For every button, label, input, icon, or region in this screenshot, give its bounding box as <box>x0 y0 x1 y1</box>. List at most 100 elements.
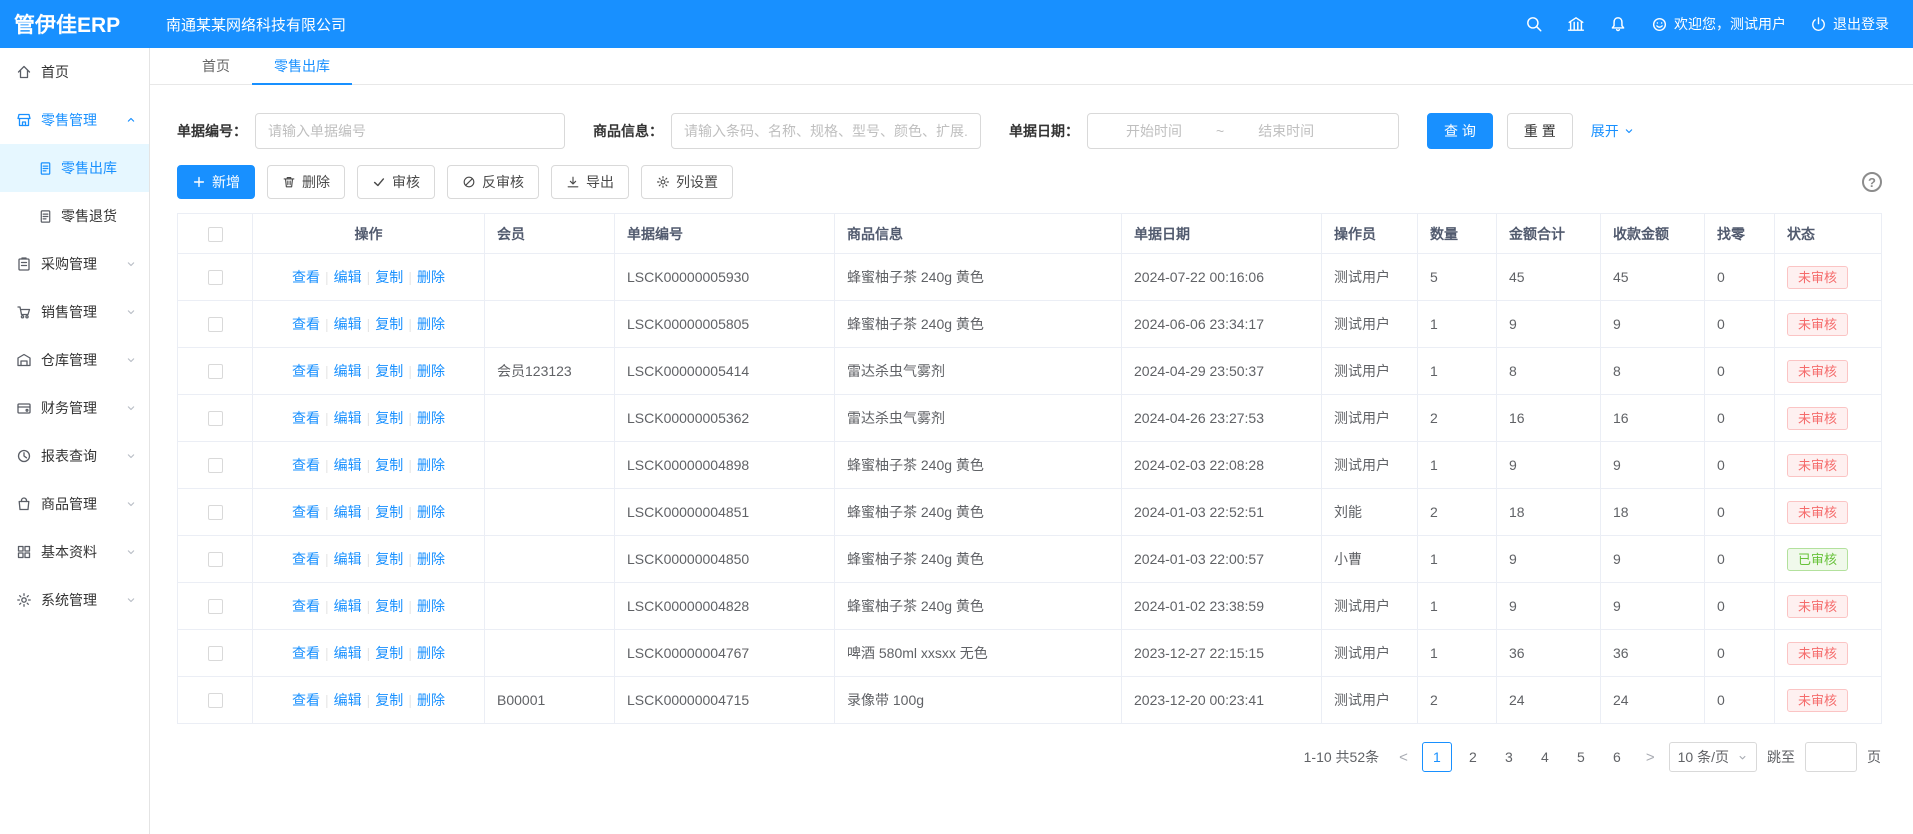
unaudit-button[interactable]: 反审核 <box>447 165 539 199</box>
change-cell: 0 <box>1705 536 1775 583</box>
delete-link[interactable]: 删除 <box>417 551 445 567</box>
copy-link[interactable]: 复制 <box>375 598 403 614</box>
edit-link[interactable]: 编辑 <box>334 363 362 379</box>
row-checkbox[interactable] <box>208 270 223 285</box>
date-range-picker[interactable]: ~ <box>1087 113 1399 149</box>
delete-button[interactable]: 删除 <box>267 165 345 199</box>
copy-link[interactable]: 复制 <box>375 363 403 379</box>
delete-link[interactable]: 删除 <box>417 598 445 614</box>
date-end-input[interactable] <box>1230 123 1342 139</box>
row-checkbox[interactable] <box>208 411 223 426</box>
page-button[interactable]: 2 <box>1458 742 1488 772</box>
copy-link[interactable]: 复制 <box>375 692 403 708</box>
bill-no-input[interactable] <box>255 113 565 149</box>
product-info-input[interactable] <box>671 113 981 149</box>
copy-link[interactable]: 复制 <box>375 316 403 332</box>
delete-link[interactable]: 删除 <box>417 316 445 332</box>
row-checkbox[interactable] <box>208 646 223 661</box>
page-button[interactable]: 6 <box>1602 742 1632 772</box>
row-checkbox[interactable] <box>208 505 223 520</box>
copy-link[interactable]: 复制 <box>375 457 403 473</box>
sidebar-item-report-query[interactable]: 报表查询 <box>0 432 149 480</box>
bell-icon[interactable] <box>1609 15 1627 33</box>
view-link[interactable]: 查看 <box>292 316 320 332</box>
view-link[interactable]: 查看 <box>292 269 320 285</box>
view-link[interactable]: 查看 <box>292 504 320 520</box>
delete-link[interactable]: 删除 <box>417 269 445 285</box>
edit-link[interactable]: 编辑 <box>334 645 362 661</box>
reset-button[interactable]: 重 置 <box>1507 113 1573 149</box>
select-all-checkbox[interactable] <box>208 227 223 242</box>
edit-link[interactable]: 编辑 <box>334 269 362 285</box>
document-icon <box>38 209 53 224</box>
copy-link[interactable]: 复制 <box>375 410 403 426</box>
page-button[interactable]: 1 <box>1422 742 1452 772</box>
delete-link[interactable]: 删除 <box>417 410 445 426</box>
copy-link[interactable]: 复制 <box>375 269 403 285</box>
delete-link[interactable]: 删除 <box>417 504 445 520</box>
edit-link[interactable]: 编辑 <box>334 504 362 520</box>
edit-link[interactable]: 编辑 <box>334 457 362 473</box>
edit-link[interactable]: 编辑 <box>334 598 362 614</box>
user-menu[interactable]: 欢迎您，测试用户 <box>1651 14 1786 34</box>
audit-button[interactable]: 审核 <box>357 165 435 199</box>
sidebar-item-retail-mgmt[interactable]: 零售管理 <box>0 96 149 144</box>
delete-link[interactable]: 删除 <box>417 645 445 661</box>
search-button[interactable]: 查 询 <box>1427 113 1493 149</box>
delete-link[interactable]: 删除 <box>417 692 445 708</box>
page-size-select[interactable]: 10 条/页 <box>1669 742 1757 772</box>
view-link[interactable]: 查看 <box>292 363 320 379</box>
row-checkbox[interactable] <box>208 364 223 379</box>
tab-retail-outbound[interactable]: 零售出库 <box>252 48 352 84</box>
row-checkbox[interactable] <box>208 317 223 332</box>
help-icon[interactable]: ? <box>1862 172 1882 192</box>
copy-link[interactable]: 复制 <box>375 551 403 567</box>
row-checkbox[interactable] <box>208 552 223 567</box>
expand-link[interactable]: 展开 <box>1591 121 1635 141</box>
row-checkbox[interactable] <box>208 599 223 614</box>
page-button[interactable]: 5 <box>1566 742 1596 772</box>
edit-link[interactable]: 编辑 <box>334 316 362 332</box>
change-cell: 0 <box>1705 583 1775 630</box>
row-checkbox[interactable] <box>208 458 223 473</box>
edit-link[interactable]: 编辑 <box>334 410 362 426</box>
sidebar-item-purchase-mgmt[interactable]: 采购管理 <box>0 240 149 288</box>
view-link[interactable]: 查看 <box>292 692 320 708</box>
view-link[interactable]: 查看 <box>292 457 320 473</box>
search-icon[interactable] <box>1525 15 1543 33</box>
view-link[interactable]: 查看 <box>292 551 320 567</box>
add-button[interactable]: 新增 <box>177 165 255 199</box>
export-label: 导出 <box>586 172 614 192</box>
page-button[interactable]: 4 <box>1530 742 1560 772</box>
view-link[interactable]: 查看 <box>292 410 320 426</box>
jump-page-input[interactable] <box>1805 742 1857 772</box>
tab-home[interactable]: 首页 <box>180 48 252 84</box>
copy-link[interactable]: 复制 <box>375 504 403 520</box>
row-checkbox[interactable] <box>208 693 223 708</box>
logout-button[interactable]: 退出登录 <box>1810 14 1889 34</box>
page-button[interactable]: 3 <box>1494 742 1524 772</box>
sidebar-item-goods-mgmt[interactable]: 商品管理 <box>0 480 149 528</box>
sidebar-item-sales-mgmt[interactable]: 销售管理 <box>0 288 149 336</box>
date-start-input[interactable] <box>1098 123 1210 139</box>
prev-page-button[interactable]: < <box>1395 749 1412 766</box>
view-link[interactable]: 查看 <box>292 645 320 661</box>
bank-icon[interactable] <box>1567 15 1585 33</box>
sidebar-item-basic-data[interactable]: 基本资料 <box>0 528 149 576</box>
delete-link[interactable]: 删除 <box>417 457 445 473</box>
copy-link[interactable]: 复制 <box>375 645 403 661</box>
view-link[interactable]: 查看 <box>292 598 320 614</box>
product-info-label: 商品信息： <box>593 121 663 141</box>
sidebar-item-warehouse-mgmt[interactable]: 仓库管理 <box>0 336 149 384</box>
sidebar-item-finance-mgmt[interactable]: 财务管理 <box>0 384 149 432</box>
column-settings-button[interactable]: 列设置 <box>641 165 733 199</box>
export-button[interactable]: 导出 <box>551 165 629 199</box>
edit-link[interactable]: 编辑 <box>334 551 362 567</box>
sidebar-item-system-mgmt[interactable]: 系统管理 <box>0 576 149 624</box>
delete-link[interactable]: 删除 <box>417 363 445 379</box>
sidebar-item-retail-outbound[interactable]: 零售出库 <box>0 144 149 192</box>
next-page-button[interactable]: > <box>1642 749 1659 766</box>
sidebar-item-home[interactable]: 首页 <box>0 48 149 96</box>
edit-link[interactable]: 编辑 <box>334 692 362 708</box>
sidebar-item-retail-return[interactable]: 零售退货 <box>0 192 149 240</box>
